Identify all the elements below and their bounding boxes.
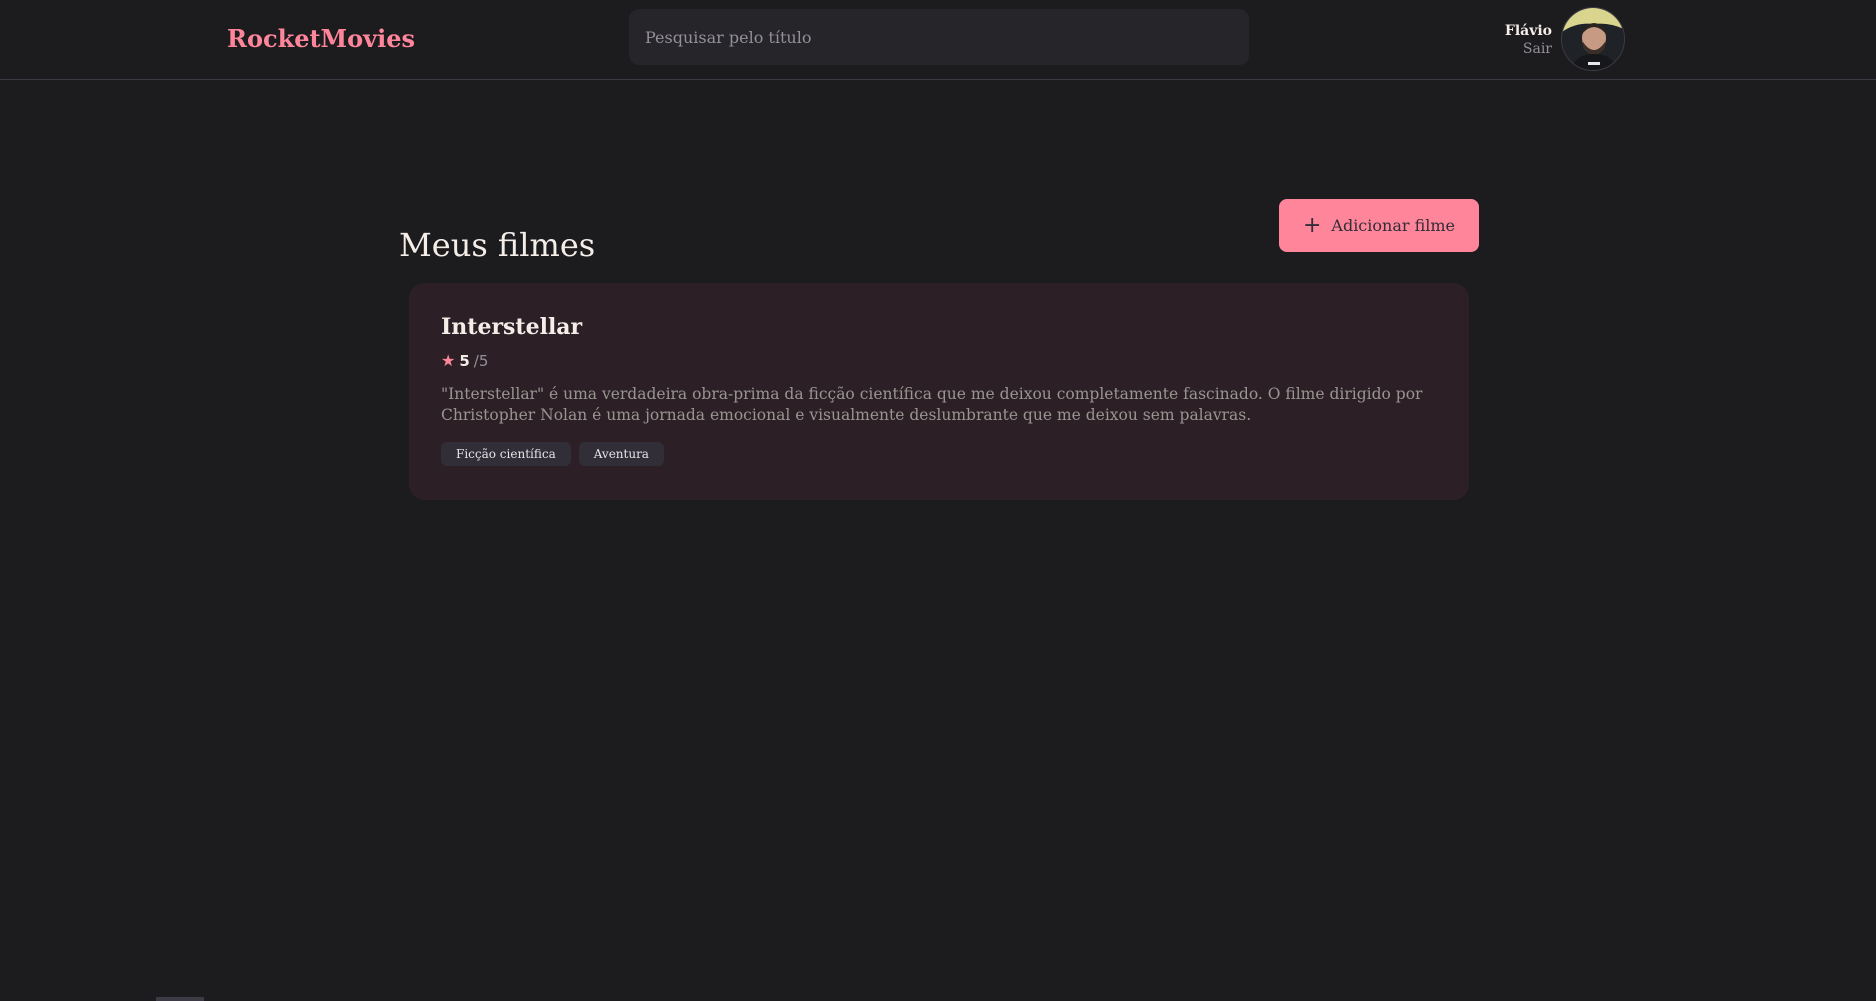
bottom-indicator [156,997,204,1001]
movie-rating: ★ 5/5 [441,351,1437,370]
tag: Aventura [578,441,664,466]
avatar-image [1562,8,1624,70]
star-icon: ★ [441,351,456,370]
add-movie-button[interactable]: + Adicionar filme [1279,199,1479,252]
movie-description: "Interstellar" é uma verdadeira obra-pri… [441,385,1423,424]
add-movie-label: Adicionar filme [1331,216,1456,235]
rating-value: 5 [459,351,470,370]
user-name: Flávio [1504,23,1552,39]
tag: Ficção científica [441,441,571,466]
movie-card[interactable]: Interstellar ★ 5/5 "Interstellar" é uma … [409,283,1469,500]
page-title: Meus filmes [399,226,596,265]
movie-tags: Ficção científica Aventura [441,441,1437,466]
user-profile: Flávio Sair [1480,7,1625,71]
rating-max: /5 [473,351,489,370]
avatar[interactable] [1561,7,1625,71]
movie-title: Interstellar [441,314,583,340]
logout-link[interactable]: Sair [1505,40,1552,58]
header: RocketMovies Flávio Sair [0,0,1876,80]
plus-icon: + [1302,212,1322,238]
brand-logo[interactable]: RocketMovies [227,24,415,53]
search-input[interactable] [629,9,1249,65]
profile-text: Flávio Sair [1505,22,1552,58]
